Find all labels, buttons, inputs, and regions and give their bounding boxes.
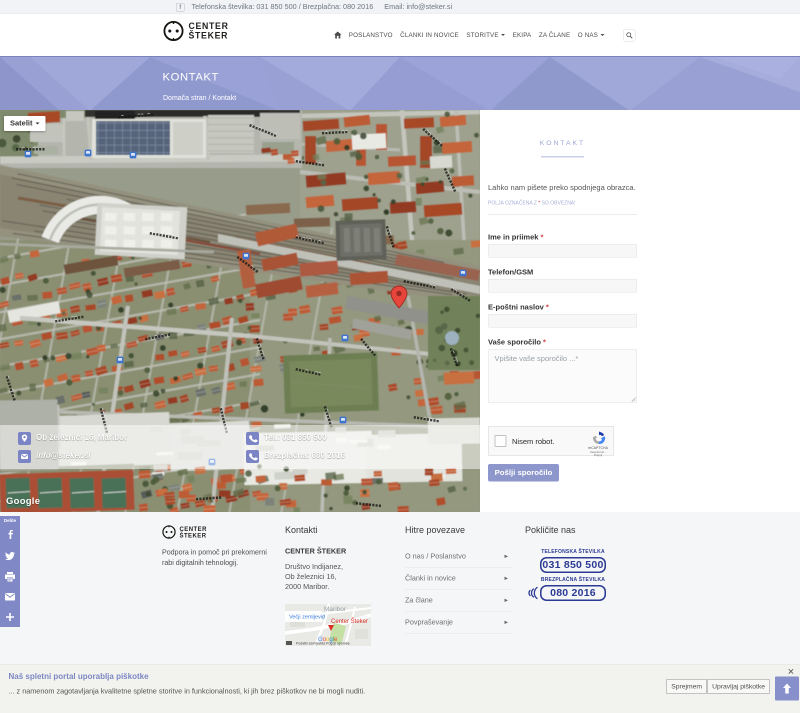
svg-text:Podatki zemljevida Pogoji up: Podatki zemljevida Pogoji uporabe <box>296 642 350 646</box>
svg-text:Večji zemljevid: Večji zemljevid <box>289 615 325 621</box>
svg-text:Maribor: Maribor <box>324 606 347 613</box>
svg-text:Center Šteker: Center Šteker <box>331 618 368 625</box>
